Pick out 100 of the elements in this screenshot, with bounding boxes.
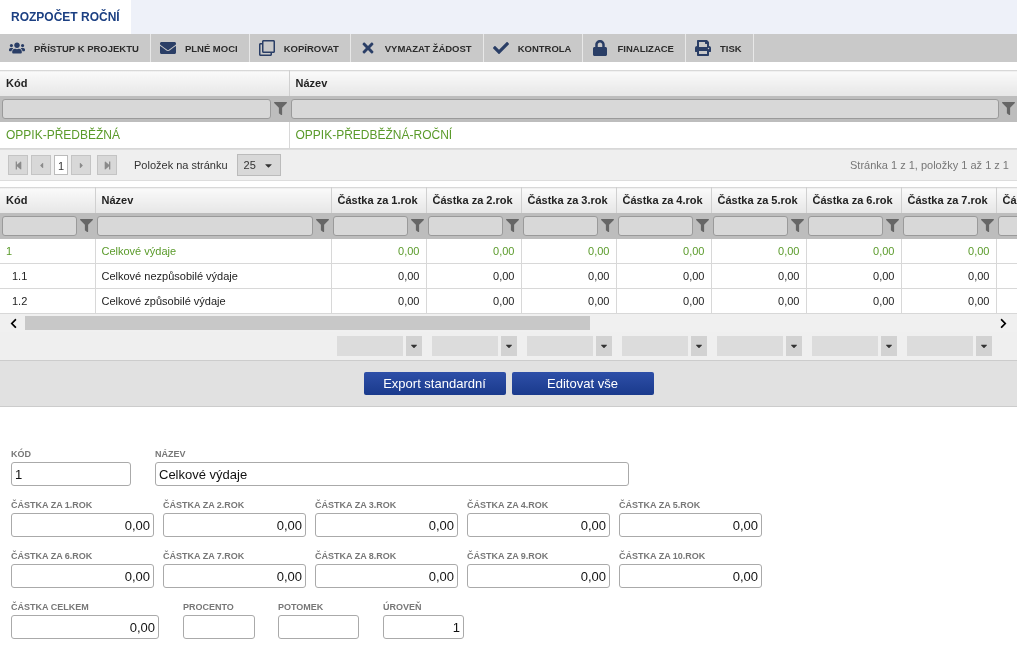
column-header[interactable]: Částka za 5.rok (711, 187, 806, 213)
filter-field[interactable] (291, 98, 999, 119)
dropdown-button[interactable] (501, 336, 517, 356)
envelope-icon (159, 40, 176, 56)
people-icon (9, 40, 25, 56)
scroll-left-icon[interactable] (8, 317, 19, 329)
field-label: ČÁSTKA ZA 9.ROK (467, 551, 550, 563)
filter-icon[interactable] (886, 219, 899, 232)
page-number[interactable]: 1 (54, 155, 68, 175)
input-field[interactable]: 0,00 (467, 564, 610, 588)
scroll-right-icon[interactable] (998, 317, 1009, 329)
last-page-button[interactable] (97, 155, 117, 175)
filter-icon[interactable] (981, 219, 994, 232)
checkmark-icon (492, 40, 509, 56)
table-cell: 0,00 (426, 263, 521, 289)
column-header[interactable]: Částka za 2.rok (426, 187, 521, 213)
toolbar-button[interactable]: TISK (685, 34, 754, 62)
filter-field[interactable] (808, 215, 883, 236)
page-size-dropdown[interactable]: 25 (236, 154, 281, 176)
filter-icon[interactable] (274, 102, 287, 115)
table-cell: 0,00 (616, 263, 711, 289)
toolbar-button[interactable]: PŘÍSTUP K PROJEKTU (0, 34, 151, 62)
input-field[interactable]: 0,00 (315, 513, 458, 537)
field-label: ÚROVEŇ (383, 602, 423, 614)
dropdown-button[interactable] (691, 336, 707, 356)
first-page-icon (13, 160, 23, 170)
dropdown-button[interactable] (786, 336, 802, 356)
next-page-button[interactable] (71, 155, 91, 175)
column-header[interactable]: Čá (996, 187, 1017, 213)
column-header[interactable]: Kód (0, 187, 95, 213)
column-header[interactable]: Částka za 7.rok (901, 187, 996, 213)
filter-field[interactable] (903, 215, 978, 236)
column-header[interactable]: Částka za 4.rok (616, 187, 711, 213)
dropdown-button[interactable] (976, 336, 992, 356)
page-summary: Stránka 1 z 1, položky 1 až 1 z 1 (850, 159, 1009, 171)
toolbar-button[interactable]: PLNÉ MOCI (150, 34, 250, 62)
input-field[interactable]: 0,00 (315, 564, 458, 588)
filter-icon[interactable] (696, 219, 709, 232)
toolbar-button[interactable]: FINALIZACE (583, 34, 686, 62)
input-field[interactable]: 0,00 (11, 615, 159, 639)
field-label: PROCENTO (183, 602, 235, 614)
column-header[interactable]: Název (95, 187, 331, 213)
dropdown-button[interactable] (596, 336, 612, 356)
toolbar-button[interactable]: VYMAZAT ŽÁDOST (350, 34, 484, 62)
toolbar-button[interactable]: KOPÍROVAT (249, 34, 351, 62)
filter-field[interactable] (2, 215, 77, 236)
table-cell: Celkové způsobilé výdaje (95, 288, 331, 314)
column-header[interactable]: Částka za 3.rok (521, 187, 616, 213)
table-cell: 1 (0, 238, 95, 264)
filter-field[interactable] (333, 215, 408, 236)
field-label: ČÁSTKA ZA 5.ROK (619, 500, 702, 512)
input-field[interactable]: 0,00 (467, 513, 610, 537)
column-header[interactable]: Částka za 6.rok (806, 187, 901, 213)
input-field[interactable]: 0,00 (11, 564, 154, 588)
filter-field[interactable] (97, 215, 313, 236)
toolbar-button[interactable]: KONTROLA (483, 34, 584, 62)
input-field[interactable] (278, 615, 359, 639)
table-cell: 0,00 (331, 288, 426, 314)
filter-icon[interactable] (80, 219, 93, 232)
tab[interactable]: ROZPOČET ROČNÍ (0, 0, 131, 34)
filter-icon[interactable] (601, 219, 614, 232)
dropdown-button[interactable] (406, 336, 422, 356)
previous-page-button[interactable] (31, 155, 51, 175)
export-button[interactable]: Export standardní (363, 372, 506, 395)
field-label: ČÁSTKA ZA 1.ROK (11, 500, 94, 512)
filter-field[interactable] (2, 98, 271, 119)
table-cell: 0,00 (901, 238, 996, 264)
input-field[interactable]: Celkové výdaje (155, 462, 629, 486)
filter-field[interactable] (713, 215, 788, 236)
table-cell: 0,00 (521, 238, 616, 264)
first-page-button[interactable] (8, 155, 28, 175)
input-field[interactable]: 0,00 (11, 513, 154, 537)
dropdown-button[interactable] (881, 336, 897, 356)
input-field[interactable]: 0,00 (619, 513, 762, 537)
column-header[interactable]: Název (289, 70, 1017, 96)
input-field[interactable]: 0,00 (163, 564, 306, 588)
table-cell: 0,00 (901, 263, 996, 289)
input-field[interactable] (183, 615, 255, 639)
column-header[interactable]: Kód (0, 70, 289, 96)
table-cell: 0,00 (901, 288, 996, 314)
table-cell: 0,00 (616, 288, 711, 314)
input-field[interactable]: 0,00 (619, 564, 762, 588)
input-field[interactable]: 0,00 (163, 513, 306, 537)
input-field[interactable]: 1 (383, 615, 464, 639)
filter-icon[interactable] (411, 219, 424, 232)
input-field[interactable]: 1 (11, 462, 131, 486)
filter-field[interactable] (523, 215, 598, 236)
field-label: ČÁSTKA ZA 3.ROK (315, 500, 398, 512)
table-cell: 0,00 (711, 263, 806, 289)
edit-button[interactable]: Editovat vše (511, 372, 654, 395)
filter-field[interactable] (618, 215, 693, 236)
filter-icon[interactable] (316, 219, 329, 232)
table-cell: 0,00 (426, 238, 521, 264)
filter-icon[interactable] (506, 219, 519, 232)
filter-icon[interactable] (1002, 102, 1015, 115)
column-header[interactable]: Částka za 1.rok (331, 187, 426, 213)
filter-icon[interactable] (791, 219, 804, 232)
table-cell: 0,00 (331, 238, 426, 264)
filter-field[interactable] (428, 215, 503, 236)
scrollbar-thumb[interactable] (25, 316, 590, 330)
